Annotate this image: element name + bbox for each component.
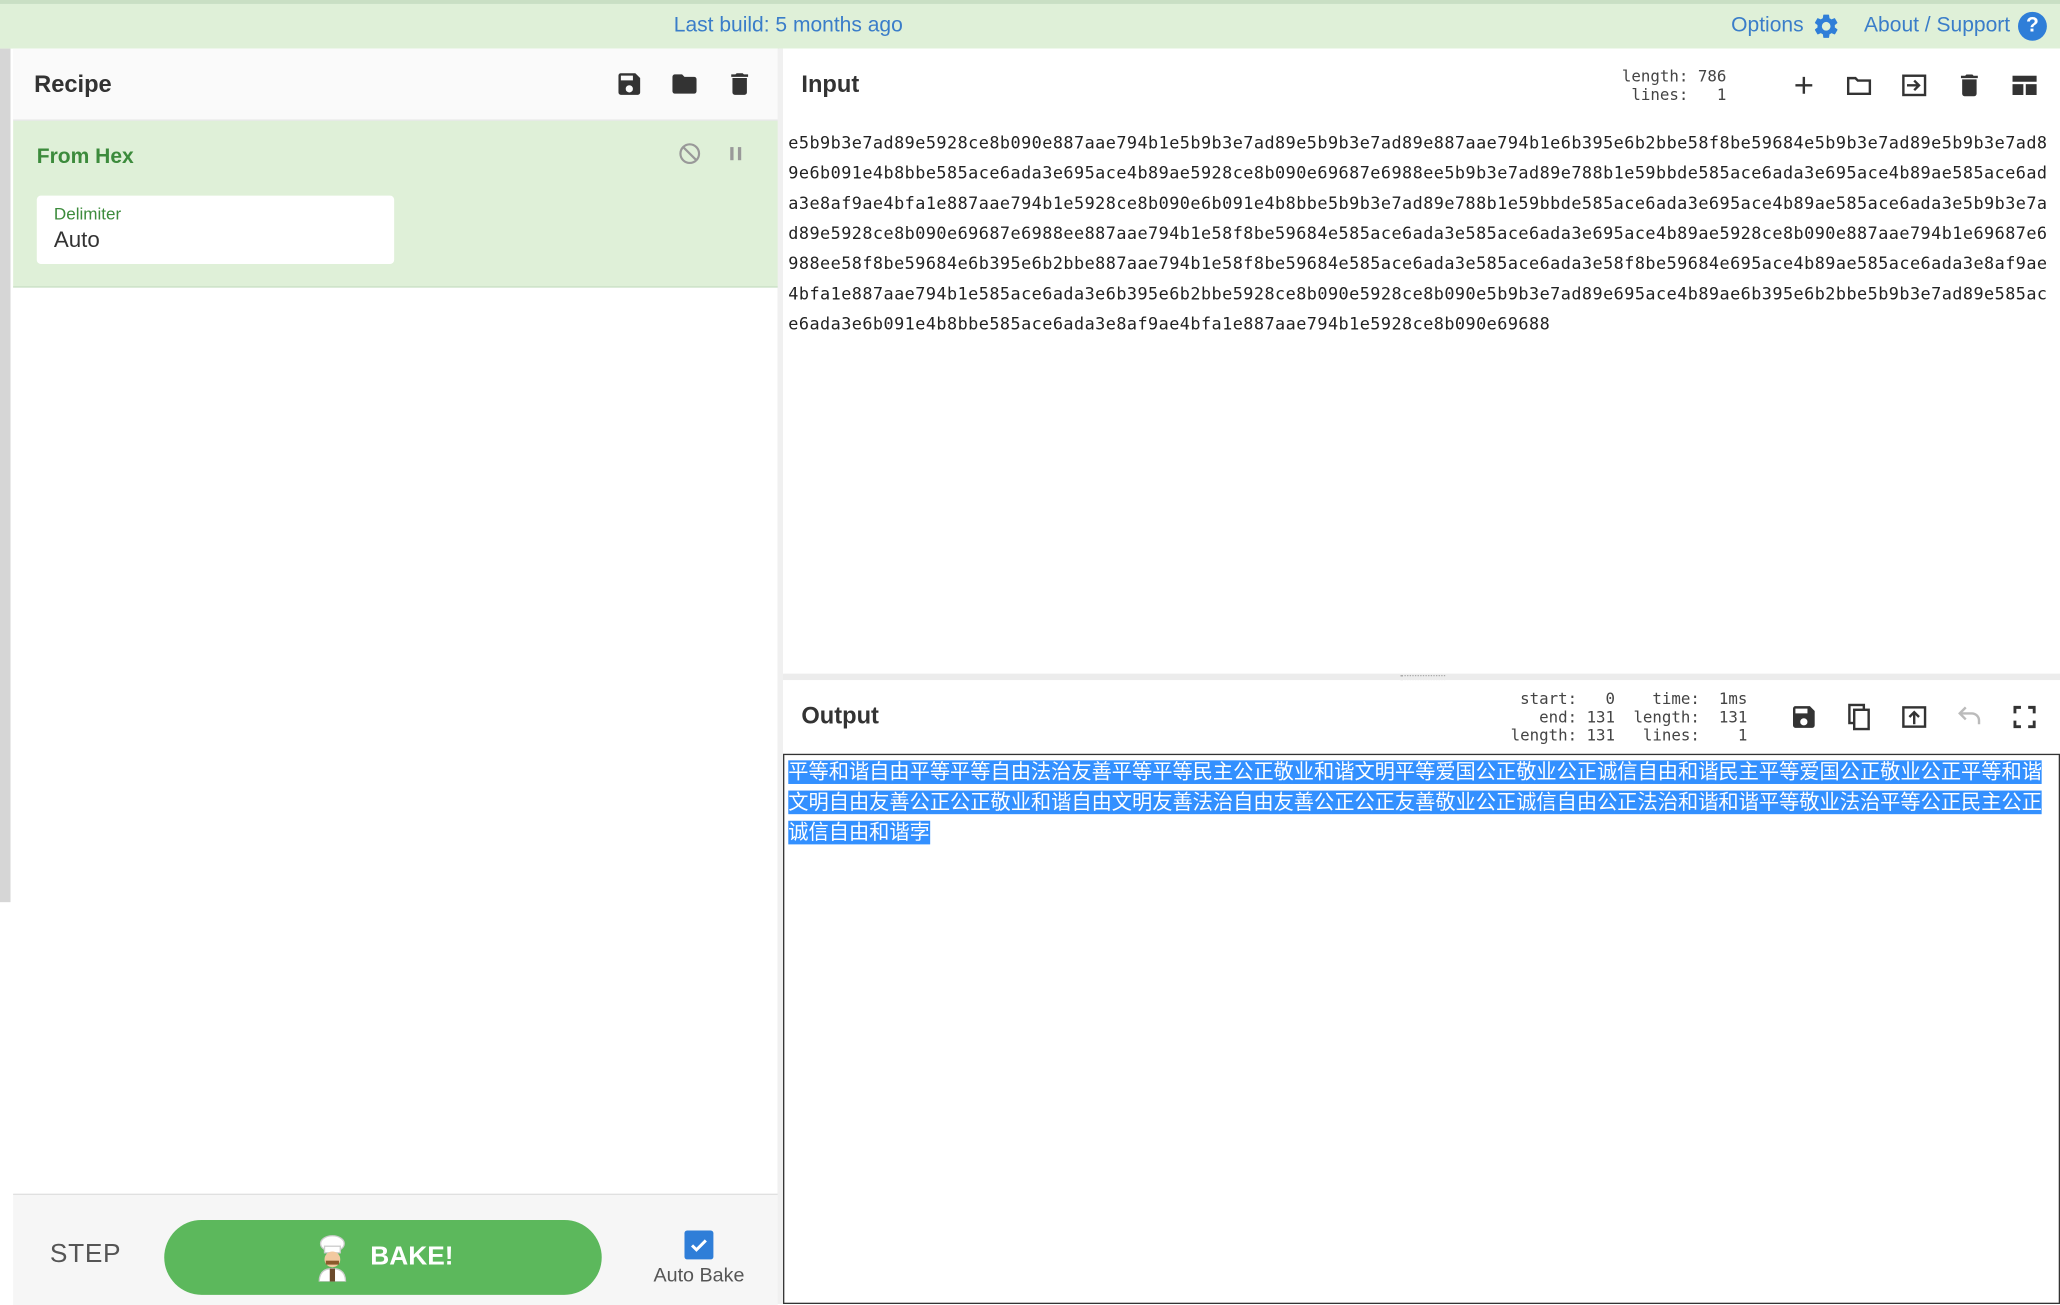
auto-bake-label: Auto Bake bbox=[653, 1264, 745, 1287]
file-import-icon bbox=[1902, 73, 1927, 96]
pause-icon bbox=[730, 147, 742, 161]
disable-operation-button[interactable] bbox=[677, 141, 703, 174]
operation-title: From Hex bbox=[36, 145, 134, 169]
load-recipe-button[interactable] bbox=[667, 67, 701, 101]
trash-icon bbox=[731, 73, 749, 95]
auto-bake-checkbox[interactable] bbox=[684, 1230, 714, 1260]
chef-icon bbox=[318, 1234, 346, 1282]
input-stats: length: 786 lines: 1 bbox=[1621, 66, 1727, 104]
clear-input-button[interactable] bbox=[1952, 68, 1986, 102]
operation-from-hex[interactable]: From Hex Delimiter Auto bbox=[13, 120, 778, 288]
cyberchef-window: Last build: 5 months ago Options About /… bbox=[0, 0, 2060, 1305]
recipe-header: Recipe bbox=[13, 48, 778, 121]
input-title: Input bbox=[801, 70, 860, 98]
delimiter-value[interactable]: Auto bbox=[54, 227, 377, 253]
copy-output-button[interactable] bbox=[1842, 699, 1876, 733]
output-stats-position: start: 0 end: 131 length: 131 bbox=[1510, 688, 1616, 744]
output-title: Output bbox=[801, 702, 879, 729]
auto-bake-toggle[interactable]: Auto Bake bbox=[646, 1230, 751, 1287]
output-selection: 平等和谐自由平等平等自由法治友善平等平等民主公正敬业和谐文明平等爱国公正敬业公正… bbox=[788, 760, 2042, 845]
output-stats-time: time: 1ms length: 131 lines: 1 bbox=[1633, 688, 1748, 744]
set-breakpoint-button[interactable] bbox=[723, 141, 749, 174]
save-recipe-button[interactable] bbox=[612, 67, 646, 101]
about-support-label: About / Support bbox=[1864, 14, 2011, 37]
input-textarea[interactable]: e5b9b3e7ad89e5928ce8b090e887aae794b1e5b9… bbox=[788, 129, 2049, 340]
trash-icon bbox=[1960, 73, 1978, 96]
step-button[interactable]: STEP bbox=[50, 1240, 121, 1270]
save-icon bbox=[1793, 705, 1815, 728]
checkmark-icon bbox=[690, 1239, 707, 1252]
open-input-folder-button[interactable] bbox=[1897, 68, 1931, 102]
maximise-icon bbox=[2013, 705, 2036, 728]
copy-icon bbox=[1848, 703, 1870, 730]
bake-label: BAKE! bbox=[370, 1242, 454, 1272]
gear-icon bbox=[1814, 14, 1838, 38]
about-support-link[interactable]: About / Support ? bbox=[1864, 11, 2047, 41]
output-header: Output start: 0 end: 131 length: 131 tim… bbox=[783, 680, 2060, 753]
output-textarea[interactable]: 平等和谐自由平等平等自由法治友善平等平等民主公正敬业和谐文明平等爱国公正敬业公正… bbox=[783, 753, 2060, 1305]
recipe-title: Recipe bbox=[34, 70, 112, 97]
folder-icon bbox=[672, 74, 697, 94]
bake-button[interactable]: BAKE! bbox=[164, 1219, 602, 1295]
add-input-tab-button[interactable] bbox=[1787, 68, 1821, 102]
top-banner: Last build: 5 months ago Options About /… bbox=[0, 0, 2060, 49]
maximise-output-button[interactable] bbox=[2007, 699, 2041, 733]
save-icon bbox=[618, 73, 641, 95]
input-pane: Input length: 786 lines: 1 e5b9b3e7ad89e… bbox=[783, 48, 2060, 677]
folder-icon bbox=[1846, 76, 1872, 95]
replace-input-icon bbox=[1902, 705, 1927, 728]
input-header: Input length: 786 lines: 1 bbox=[783, 48, 2060, 121]
recipe-pane: Recipe From Hex Delimiter Auto STEP BAKE… bbox=[13, 48, 780, 1305]
layout-icon bbox=[2012, 75, 2037, 95]
undo-switch-button[interactable] bbox=[1952, 699, 1986, 733]
reset-layout-button[interactable] bbox=[2007, 68, 2041, 102]
delimiter-field[interactable]: Delimiter Auto bbox=[36, 195, 395, 264]
options-label: Options bbox=[1731, 14, 1804, 37]
clear-recipe-button[interactable] bbox=[723, 67, 757, 101]
undo-icon bbox=[1958, 705, 1981, 724]
help-icon: ? bbox=[2017, 11, 2047, 41]
disable-icon bbox=[679, 143, 701, 165]
output-text: 平等和谐自由平等平等自由法治友善平等平等民主公正敬业和谐文明平等爱国公正敬业公正… bbox=[788, 758, 2052, 849]
output-pane: Output start: 0 end: 131 length: 131 tim… bbox=[783, 680, 2060, 1305]
options-link[interactable]: Options bbox=[1731, 12, 1840, 41]
delimiter-label: Delimiter bbox=[53, 203, 122, 224]
plus-icon bbox=[1795, 76, 1813, 94]
save-output-button[interactable] bbox=[1787, 699, 1821, 733]
replace-input-button[interactable] bbox=[1897, 699, 1931, 733]
operations-pane-scrollbar[interactable] bbox=[0, 48, 11, 903]
last-build-notice[interactable]: Last build: 5 months ago bbox=[0, 14, 1577, 38]
banner-links: Options About / Support ? bbox=[1708, 11, 2047, 41]
recipe-controls: STEP BAKE! Auto Bake bbox=[13, 1193, 778, 1305]
open-input-file-button[interactable] bbox=[1842, 68, 1876, 102]
